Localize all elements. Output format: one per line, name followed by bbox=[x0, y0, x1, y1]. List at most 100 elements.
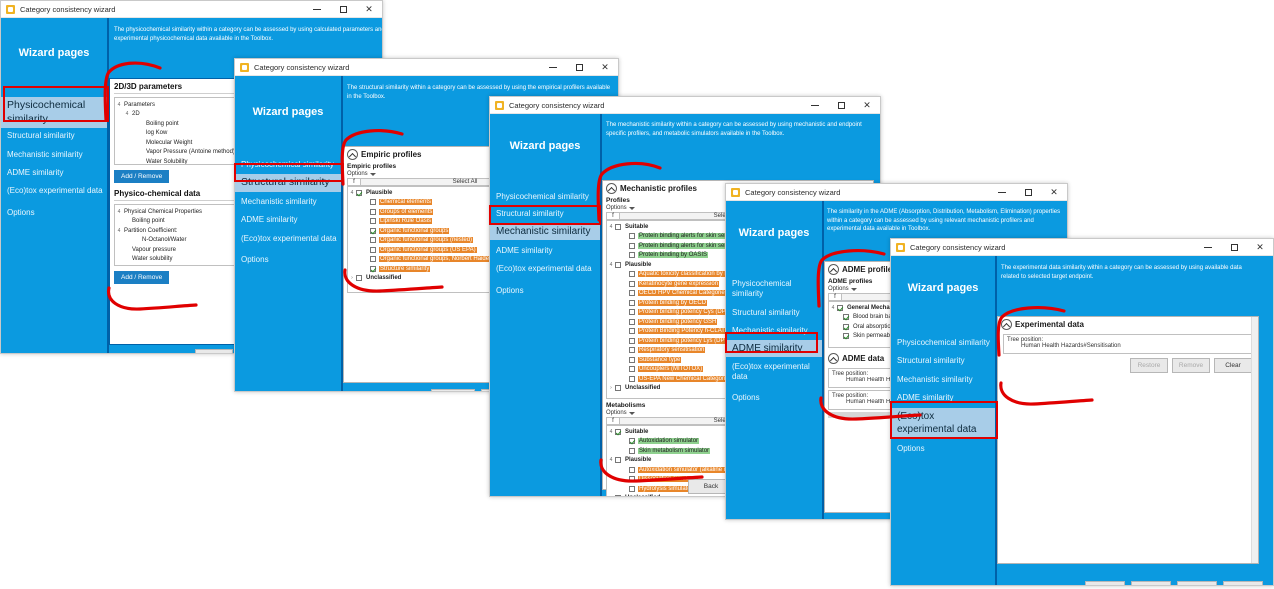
back-button[interactable]: Back bbox=[195, 349, 233, 353]
sidebar-item-options[interactable]: Options bbox=[726, 391, 822, 405]
add-remove-button[interactable]: Add / Remove bbox=[114, 170, 170, 183]
titlebar[interactable]: Category consistency wizard ✕ bbox=[235, 59, 618, 76]
sidebar-item-physicochemical-similarity[interactable]: Physicochemical similarity bbox=[490, 190, 600, 204]
window-ecotox-experimental-data[interactable]: Category consistency wizard ✕ Wizard pag… bbox=[890, 238, 1274, 586]
checkbox[interactable] bbox=[629, 337, 635, 344]
triangle-icon[interactable] bbox=[628, 206, 635, 210]
checkbox[interactable] bbox=[629, 438, 635, 445]
checkbox[interactable] bbox=[629, 485, 635, 492]
checkbox[interactable] bbox=[615, 385, 621, 392]
checkbox[interactable] bbox=[615, 495, 621, 496]
window-controls[interactable]: ✕ bbox=[304, 1, 382, 18]
checkbox[interactable] bbox=[629, 466, 635, 473]
checkbox[interactable] bbox=[615, 428, 621, 435]
sidebar-item-mechanistic-similarity[interactable]: Mechanistic similarity bbox=[726, 324, 822, 338]
checkbox[interactable] bbox=[629, 366, 635, 373]
chevron-up-icon[interactable] bbox=[828, 264, 839, 275]
sidebar-item-ecotox-experimental-data[interactable]: (Eco)tox experimental data bbox=[1, 184, 107, 198]
checkbox[interactable] bbox=[370, 218, 376, 225]
checkbox[interactable] bbox=[370, 256, 376, 263]
expander-icon[interactable]: 4 bbox=[123, 111, 131, 117]
sidebar-item-mechanistic-similarity[interactable]: Mechanistic similarity bbox=[1, 148, 107, 162]
checkbox[interactable] bbox=[615, 261, 621, 268]
sidebar-item-structural-similarity[interactable]: Structural similarity bbox=[1, 129, 107, 143]
sidebar-item-ecotox-experimental-data[interactable]: (Eco)tox experimental data bbox=[726, 360, 822, 385]
back-button[interactable]: Back bbox=[1085, 581, 1125, 585]
checkbox[interactable] bbox=[629, 233, 635, 240]
sidebar-item-structural-similarity[interactable]: Structural similarity bbox=[891, 354, 995, 368]
checkbox[interactable] bbox=[629, 356, 635, 363]
checkbox[interactable] bbox=[370, 265, 376, 272]
chevron-up-icon[interactable] bbox=[1001, 319, 1012, 330]
maximize-icon[interactable] bbox=[330, 1, 356, 18]
close-icon[interactable]: ✕ bbox=[356, 1, 382, 18]
sidebar-item-mechanistic-similarity[interactable]: Mechanistic similarity bbox=[891, 373, 995, 387]
close-icon[interactable]: ✕ bbox=[1041, 184, 1067, 201]
add-remove-button[interactable]: Add / Remove bbox=[114, 271, 170, 284]
back-button[interactable]: Back bbox=[431, 389, 475, 391]
triangle-icon[interactable] bbox=[369, 172, 376, 176]
sidebar-item-ecotox-experimental-data[interactable]: (Eco)tox experimental data bbox=[891, 407, 995, 438]
checkbox[interactable] bbox=[629, 299, 635, 306]
minimize-icon[interactable] bbox=[989, 184, 1015, 201]
expander-icon[interactable]: 4 bbox=[348, 190, 356, 196]
experimental-data-group-header[interactable]: Experimental data bbox=[998, 317, 1258, 332]
expander-icon[interactable]: 4 bbox=[607, 429, 615, 435]
sidebar-item-physicochemical-similarity[interactable]: Physicochemical similarity bbox=[235, 158, 341, 172]
sidebar-item-mechanistic-similarity[interactable]: Mechanistic similarity bbox=[490, 222, 600, 240]
checkbox[interactable] bbox=[370, 246, 376, 253]
window-controls[interactable]: ✕ bbox=[802, 97, 880, 114]
ok-button[interactable]: OK bbox=[1223, 581, 1263, 585]
maximize-icon[interactable] bbox=[566, 59, 592, 76]
checkbox[interactable] bbox=[629, 252, 635, 259]
sidebar-item-mechanistic-similarity[interactable]: Mechanistic similarity bbox=[235, 195, 341, 209]
sidebar-item-adme-similarity[interactable]: ADME similarity bbox=[235, 213, 341, 227]
sidebar-item-ecotox-experimental-data[interactable]: (Eco)tox experimental data bbox=[235, 232, 341, 246]
titlebar[interactable]: Category consistency wizard ✕ bbox=[1, 1, 382, 18]
checkbox[interactable] bbox=[370, 227, 376, 234]
checkbox[interactable] bbox=[837, 304, 843, 311]
sidebar-item-options[interactable]: Options bbox=[490, 284, 600, 298]
sidebar-item-ecotox-experimental-data[interactable]: (Eco)tox experimental data bbox=[490, 262, 600, 276]
expander-icon[interactable]: 4 bbox=[115, 228, 123, 234]
expander-icon[interactable]: 4 bbox=[607, 224, 615, 230]
sidebar-item-adme-similarity[interactable]: ADME similarity bbox=[1, 166, 107, 180]
window-controls[interactable]: ✕ bbox=[989, 184, 1067, 201]
sidebar-item-options[interactable]: Options bbox=[235, 253, 341, 267]
triangle-icon[interactable] bbox=[628, 411, 635, 415]
checkbox[interactable] bbox=[629, 328, 635, 335]
checkbox[interactable] bbox=[356, 275, 362, 282]
checkbox[interactable] bbox=[629, 271, 635, 278]
expander-icon[interactable]: › bbox=[348, 275, 356, 281]
sidebar-item-physicochemical-similarity[interactable]: Physicochemical similarity bbox=[726, 277, 822, 302]
checkbox[interactable] bbox=[629, 318, 635, 325]
sidebar-item-options[interactable]: Options bbox=[891, 442, 995, 456]
next-button[interactable]: Next bbox=[1131, 581, 1171, 585]
filter-glyph[interactable]: f bbox=[607, 213, 620, 219]
checkbox[interactable] bbox=[370, 208, 376, 215]
checkbox[interactable] bbox=[843, 314, 849, 321]
maximize-icon[interactable] bbox=[1015, 184, 1041, 201]
maximize-icon[interactable] bbox=[1221, 239, 1247, 256]
checkbox[interactable] bbox=[629, 242, 635, 249]
checkbox[interactable] bbox=[629, 447, 635, 454]
checkbox[interactable] bbox=[629, 309, 635, 316]
cancel-button[interactable]: Cancel bbox=[1177, 581, 1217, 585]
expander-icon[interactable]: 4 bbox=[829, 305, 837, 311]
filter-glyph[interactable]: f bbox=[607, 418, 620, 424]
maximize-icon[interactable] bbox=[828, 97, 854, 114]
checkbox[interactable] bbox=[843, 323, 849, 330]
checkbox[interactable] bbox=[629, 476, 635, 483]
checkbox[interactable] bbox=[629, 347, 635, 354]
chevron-up-icon[interactable] bbox=[828, 353, 839, 364]
window-controls[interactable]: ✕ bbox=[540, 59, 618, 76]
close-icon[interactable]: ✕ bbox=[1247, 239, 1273, 256]
minimize-icon[interactable] bbox=[540, 59, 566, 76]
checkbox[interactable] bbox=[370, 237, 376, 244]
close-icon[interactable]: ✕ bbox=[854, 97, 880, 114]
sidebar-item-physicochemical-similarity[interactable]: Physicochemical similarity bbox=[1, 97, 107, 129]
expander-icon[interactable]: 4 bbox=[607, 262, 615, 268]
checkbox[interactable] bbox=[615, 457, 621, 464]
minimize-icon[interactable] bbox=[802, 97, 828, 114]
sidebar-item-adme-similarity[interactable]: ADME similarity bbox=[726, 339, 822, 357]
